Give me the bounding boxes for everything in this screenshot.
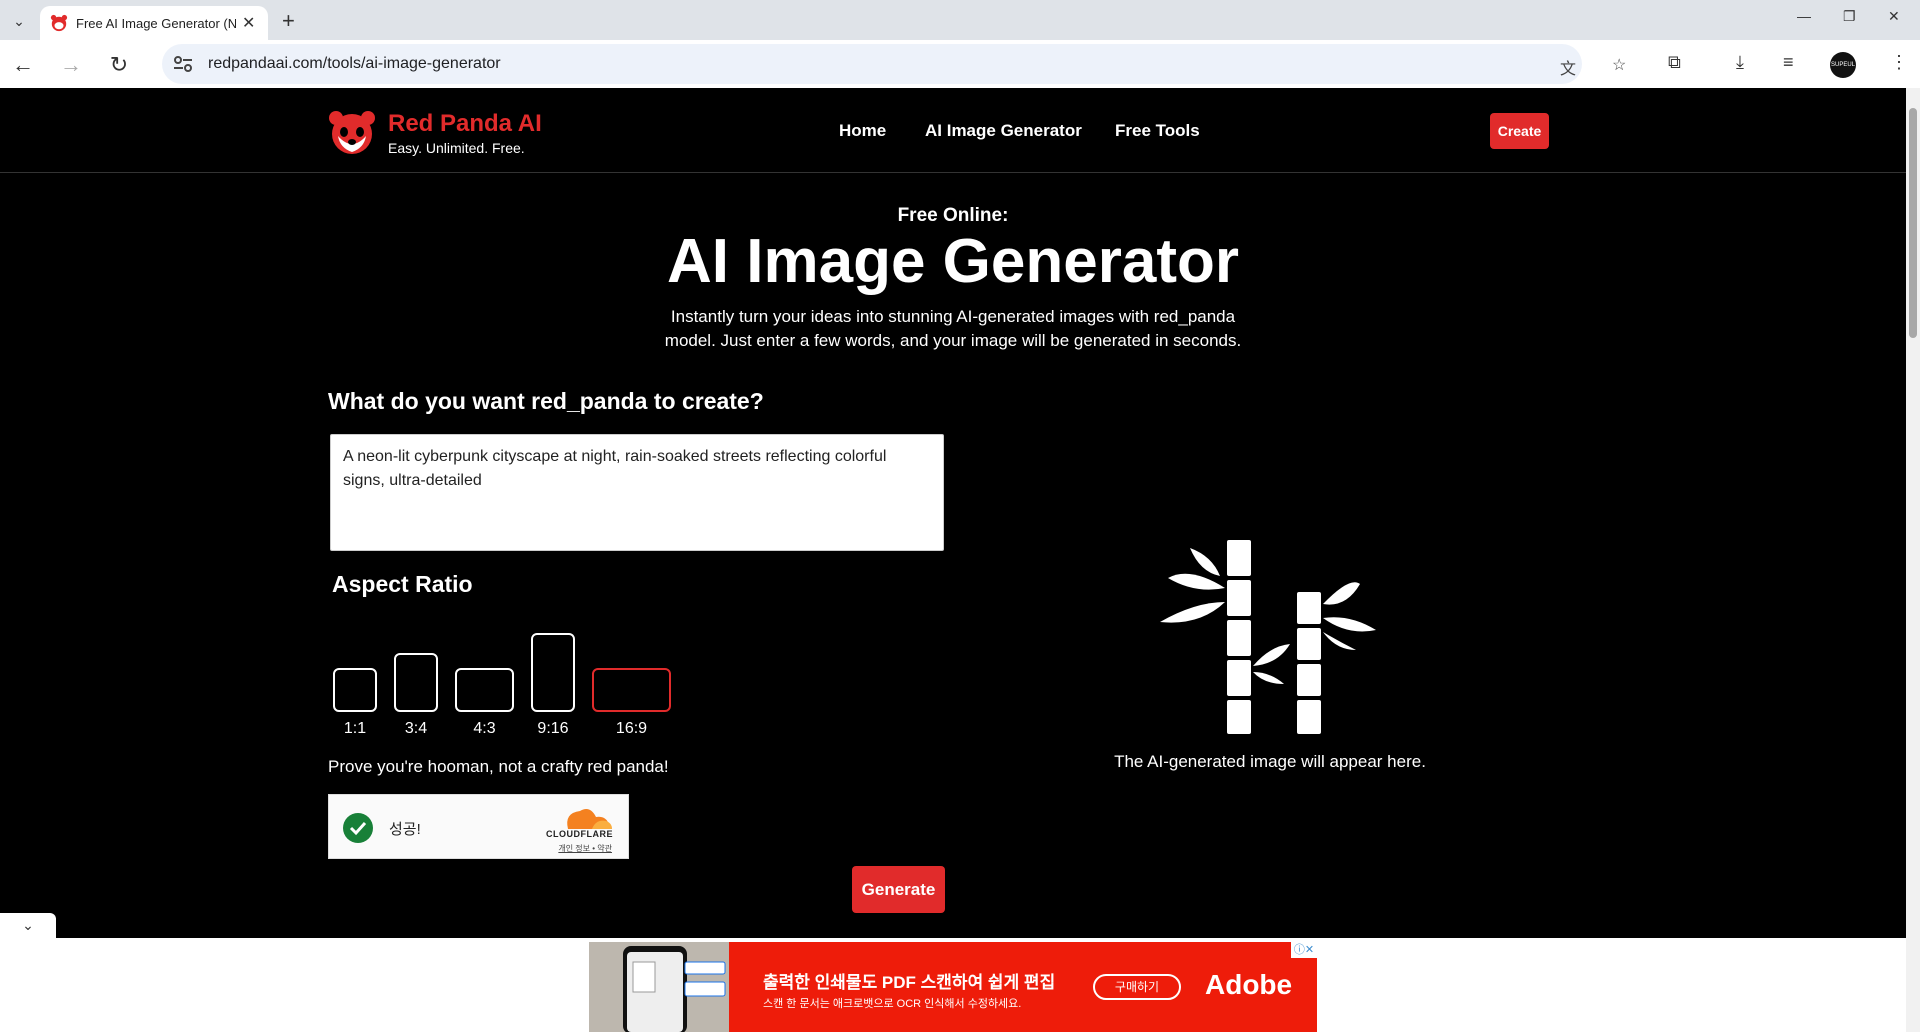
red-panda-logo-icon[interactable] (328, 108, 376, 156)
minimize-icon[interactable]: — (1797, 8, 1811, 24)
ad-subtext: 스캔 한 문서는 애크로뱃으로 OCR 인식해서 수정하세요. (763, 998, 1022, 1010)
nav-free-tools[interactable]: Free Tools (1115, 121, 1200, 141)
hero-kicker: Free Online: (897, 205, 1009, 226)
new-tab-icon[interactable]: + (282, 8, 295, 34)
bamboo-placeholder-icon (1160, 540, 1376, 734)
page-title: AI Image Generator (667, 227, 1239, 296)
nav-home[interactable]: Home (839, 121, 886, 141)
image-placeholder-text: The AI-generated image will appear here. (1114, 752, 1426, 771)
aspect-ratio-heading: Aspect Ratio (332, 571, 473, 597)
prompt-textarea[interactable]: A neon-lit cyberpunk cityscape at night,… (330, 434, 944, 551)
nav-ai-image-generator[interactable]: AI Image Generator (925, 121, 1082, 141)
close-window-icon[interactable]: ✕ (1888, 8, 1900, 25)
url-text: redpandaai.com/tools/ai-image-generator (208, 55, 501, 72)
restore-icon[interactable]: ❐ (1843, 8, 1856, 25)
translate-icon[interactable]: 文 (1560, 55, 1576, 79)
close-tab-icon[interactable]: ✕ (242, 13, 255, 33)
ad-phone-image (589, 942, 729, 1032)
captcha-status: 성공! (389, 821, 421, 838)
aspect-4-3-option[interactable] (455, 668, 514, 712)
aspect-16-9-option[interactable] (592, 668, 671, 712)
back-icon[interactable]: ← (10, 52, 36, 78)
ad-buy-button[interactable]: 구매하기 (1093, 974, 1181, 1000)
brand-tagline: Easy. Unlimited. Free. (388, 140, 525, 156)
aspect-label: 3:4 (404, 720, 428, 737)
scrollbar-thumb[interactable] (1909, 108, 1917, 338)
browser-tab-strip: ⌄ Free AI Image Generator (N ✕ + — ❐ ✕ (0, 0, 1920, 40)
ad-collapse-chevron-icon[interactable]: ⌄ (0, 913, 56, 938)
more-menu-icon[interactable]: ⋮ (1890, 52, 1908, 73)
forward-icon[interactable]: → (58, 52, 84, 78)
aspect-1-1-option[interactable] (333, 668, 377, 712)
aspect-3-4-option[interactable] (394, 653, 438, 712)
create-button[interactable]: Create (1490, 113, 1549, 149)
tab-search-icon[interactable]: ⌄ (8, 10, 30, 32)
browser-tab[interactable]: Free AI Image Generator (N ✕ (40, 6, 268, 40)
profile-avatar[interactable]: SUPEUL (1830, 52, 1856, 78)
extensions-icon[interactable]: ⧉ (1668, 52, 1681, 73)
hero-description: Instantly turn your ideas into stunning … (664, 307, 1242, 350)
captcha-privacy-terms-links[interactable]: 개인 정보 • 약관 (558, 843, 612, 854)
reload-icon[interactable]: ↻ (106, 52, 132, 78)
red-panda-favicon-icon (50, 14, 68, 32)
captcha-prompt: Prove you're hooman, not a crafty red pa… (328, 757, 669, 776)
ad-headline: 출력한 인쇄물도 PDF 스캔하여 쉽게 편집 (763, 973, 1056, 992)
download-icon[interactable]: ⤓ (1736, 52, 1744, 73)
adobe-ad-banner[interactable]: 출력한 인쇄물도 PDF 스캔하여 쉽게 편집 스캔 한 문서는 애크로뱃으로 … (589, 942, 1317, 1032)
page-scrollbar[interactable] (1906, 88, 1920, 1032)
site-settings-icon[interactable] (172, 54, 194, 74)
prompt-heading: What do you want red_panda to create? (328, 388, 764, 414)
brand-name[interactable]: Red Panda AI (388, 110, 542, 138)
cloudflare-brand: CLOUDFLARE (546, 829, 613, 839)
address-bar[interactable]: redpandaai.com/tools/ai-image-generator … (162, 44, 1626, 84)
bookmark-star-icon[interactable]: ☆ (1612, 55, 1626, 75)
success-check-icon (343, 813, 373, 843)
media-controls-icon[interactable]: ≡ (1783, 52, 1794, 73)
ad-close-icon[interactable]: ⓘ✕ (1291, 942, 1317, 958)
aspect-label: 4:3 (473, 720, 496, 737)
aspect-9-16-option[interactable] (531, 633, 575, 712)
tab-title: Free AI Image Generator (N (76, 15, 236, 31)
ad-brand-logo: Adobe (1205, 969, 1293, 1000)
generate-button[interactable]: Generate (852, 866, 945, 913)
aspect-label: 1:1 (343, 720, 367, 737)
cloudflare-captcha-widget[interactable]: 성공! CLOUDFLARE 개인 정보 • 약관 (328, 794, 629, 859)
aspect-label: 16:9 (615, 720, 648, 737)
aspect-label: 9:16 (537, 720, 569, 737)
